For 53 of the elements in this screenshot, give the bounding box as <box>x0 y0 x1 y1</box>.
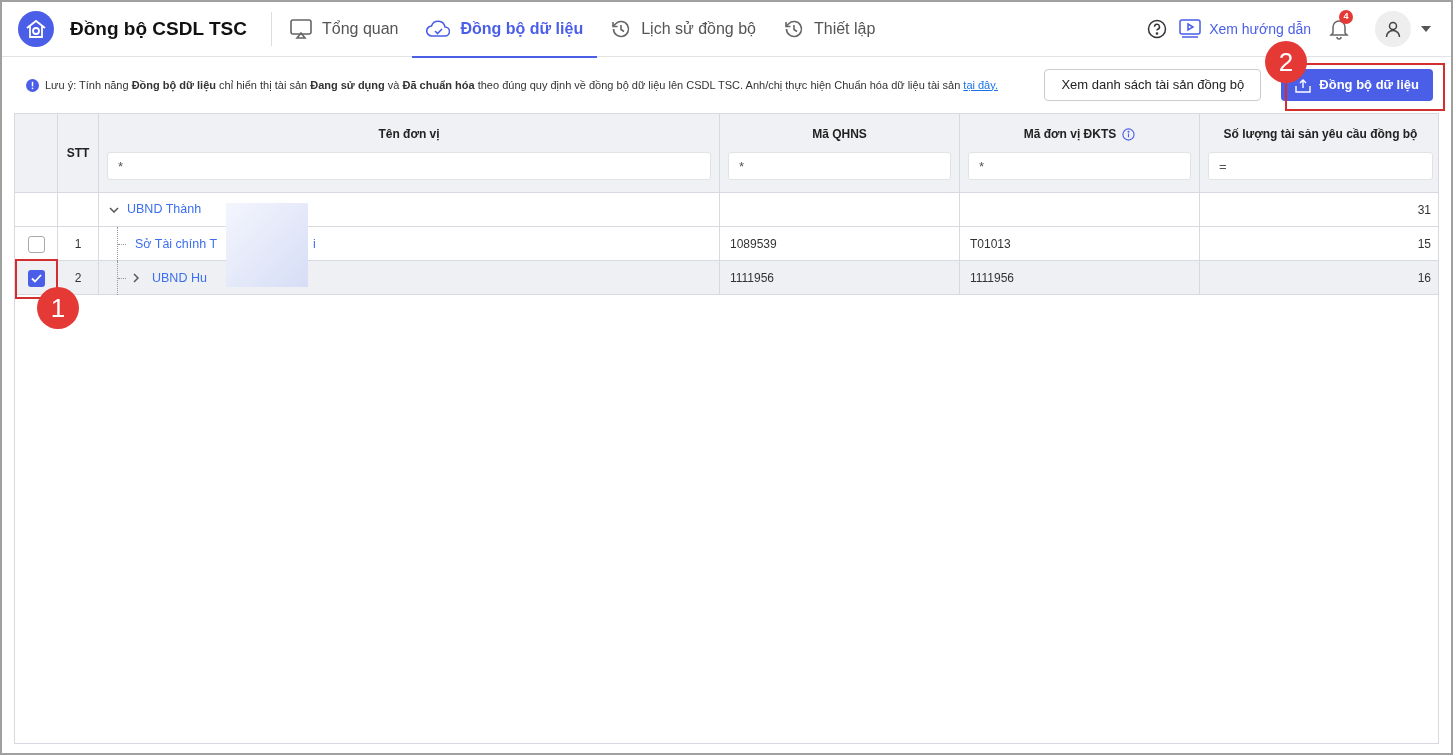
checkbox[interactable] <box>27 235 45 253</box>
video-icon[interactable] <box>1179 19 1202 39</box>
column-header: STT <box>66 145 90 162</box>
table-cell-text: 15 <box>1417 236 1431 253</box>
unit-name[interactable]: Sở Tài chính T <box>135 234 218 254</box>
unit-name-end[interactable]: i <box>313 234 316 254</box>
column-header: Tên đơn vị <box>378 126 440 143</box>
user-avatar[interactable] <box>1375 11 1411 47</box>
table-cell-text: 1089539 <box>730 236 777 253</box>
table-cell-text: 1111956 <box>970 270 1015 287</box>
info-icon <box>26 78 39 92</box>
help-icon[interactable] <box>1147 19 1168 39</box>
history-icon <box>611 19 632 39</box>
history-icon <box>783 19 804 39</box>
filter-field[interactable]: * <box>728 152 951 180</box>
screen-icon <box>289 19 312 39</box>
table-cell-text: T01013 <box>970 236 1011 253</box>
bell-icon[interactable] <box>1329 18 1349 40</box>
filter-field[interactable]: * <box>107 152 711 180</box>
step-badge: 1 <box>37 287 79 329</box>
table-cell-text: 1111956 <box>730 270 775 287</box>
notice-text: Lưu ý: Tính năng Đồng bộ dữ liệu chỉ hiển thị tài sản Đang sử dụng và Đã chuẩn hóa theo đúng quy định về đồng bộ dữ liệu lên CSDL TSC. Anh/chị thực hiện Chuẩn hóa dữ liệu tài sản tại đây. <box>45 77 998 94</box>
asset-list-button[interactable]: Xem danh sách tài sản đồng bộ <box>1044 69 1262 101</box>
table-cell-text: 16 <box>1417 270 1431 287</box>
nav-tab[interactable]: Lịch sử đồng bộ <box>597 2 770 58</box>
column-header: Mã đơn vị ĐKTS <box>1023 126 1117 143</box>
guide-link[interactable]: Xem hướng dẫn <box>1209 18 1311 40</box>
filter-field[interactable]: * <box>968 152 1191 180</box>
chevron-down-icon[interactable] <box>109 206 119 213</box>
row-number: 2 <box>74 270 82 287</box>
table-row[interactable]: UBND Thành 31 <box>15 193 1438 227</box>
here-link[interactable]: tại đây. <box>963 78 998 91</box>
chevron-right-icon[interactable] <box>133 273 139 283</box>
row-number: 1 <box>74 236 82 253</box>
app-title: Đồng bộ CSDL TSC <box>70 16 247 41</box>
column-header: Mã QHNS <box>812 126 867 143</box>
upload-icon <box>1295 77 1312 93</box>
cloud-check-icon <box>426 20 451 38</box>
table-row[interactable]: 2 UBND Hu 1111956 1111956 16 <box>15 261 1438 295</box>
step-badge: 2 <box>1265 41 1307 83</box>
app-logo <box>18 11 54 47</box>
nav-tab[interactable]: Đồng bộ dữ liệu <box>412 2 598 58</box>
notification-badge: 4 <box>1339 10 1353 24</box>
column-header: Số lượng tài sản yêu cầu đồng bộ <box>1223 126 1418 143</box>
checkbox[interactable] <box>27 269 45 287</box>
unit-name[interactable]: UBND Hu <box>152 268 207 288</box>
nav-tab[interactable]: Tổng quan <box>275 2 413 58</box>
unit-name[interactable]: UBND Thành <box>127 200 202 219</box>
nav-tab[interactable]: Thiết lập <box>769 2 890 58</box>
filter-field[interactable]: = <box>1208 152 1433 180</box>
table-cell-text: 31 <box>1417 201 1431 219</box>
caret-icon[interactable] <box>1421 26 1431 32</box>
checkmark-icon <box>30 273 42 283</box>
